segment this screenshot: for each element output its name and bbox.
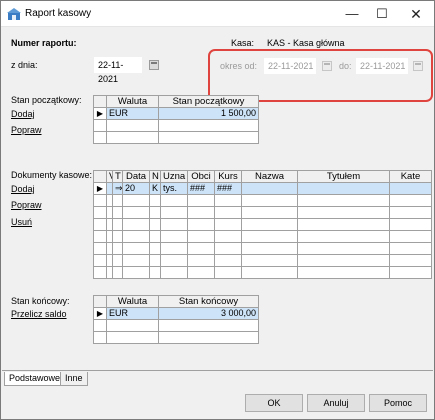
row-pointer-icon: ▶ <box>93 307 107 320</box>
category-cell[interactable] <box>389 182 432 195</box>
column-header[interactable]: Stan początkowy <box>158 95 259 108</box>
amount-cell[interactable]: 3 000,00 <box>158 307 259 320</box>
column-header[interactable]: T <box>112 170 123 183</box>
help-button[interactable]: Pomoc <box>369 394 427 412</box>
close-button[interactable]: ✕ <box>401 1 431 27</box>
report-number-label: Numer raportu: <box>11 38 77 48</box>
title-bar: Raport kasowy — ☐ ✕ <box>1 1 434 27</box>
table-row[interactable] <box>93 131 259 144</box>
date-cell[interactable]: 20 <box>122 182 150 195</box>
opening-balance-label: Stan początkowy: <box>11 95 82 105</box>
table-row[interactable] <box>93 242 432 255</box>
table-row[interactable] <box>93 319 259 332</box>
report-date-field[interactable]: 22-11-2021 <box>94 57 142 84</box>
column-header[interactable]: Tytułem <box>297 170 390 183</box>
minimize-button[interactable]: — <box>337 1 367 27</box>
column-header[interactable]: Kurs <box>214 170 242 183</box>
documents-edit-link[interactable]: Popraw <box>11 200 42 210</box>
closing-balance-label: Stan końcowy: <box>11 296 70 306</box>
table-row[interactable] <box>93 119 259 132</box>
table-row[interactable] <box>93 254 432 267</box>
column-header[interactable]: Data <box>122 170 150 183</box>
recalculate-balance-link[interactable]: Przelicz saldo <box>11 309 67 319</box>
period-to-label: do: <box>339 61 352 71</box>
currency-cell[interactable]: EUR <box>106 307 159 320</box>
table-row[interactable] <box>93 218 432 231</box>
name-cell[interactable] <box>241 182 298 195</box>
column-header[interactable]: Obci <box>187 170 215 183</box>
table-row[interactable]: ▶ EUR 3 000,00 <box>93 307 259 320</box>
calendar-icon[interactable] <box>149 60 159 70</box>
kasa-value: KAS - Kasa główna <box>267 38 345 48</box>
credit-cell[interactable]: tys. <box>160 182 188 195</box>
cancel-button[interactable]: Anuluj <box>307 394 365 412</box>
cash-register-icon <box>7 8 21 20</box>
table-row[interactable]: ▶ ⇒ 20 K tys. ### ### <box>93 182 432 195</box>
window-title: Raport kasowy <box>25 8 92 19</box>
number-cell[interactable]: K <box>149 182 161 195</box>
title-cell[interactable] <box>297 182 390 195</box>
table-row[interactable] <box>93 266 432 279</box>
table-row[interactable] <box>93 194 432 207</box>
closing-balance-grid: Waluta Stan końcowy ▶ EUR 3 000,00 <box>93 295 259 344</box>
date-label: z dnia: <box>11 60 38 70</box>
row-pointer-icon: ▶ <box>93 107 107 120</box>
documents-delete-link[interactable]: Usuń <box>11 217 32 227</box>
row-pointer-icon: ▶ <box>93 182 107 195</box>
opening-balance-grid: Waluta Stan początkowy ▶ EUR 1 500,00 <box>93 95 259 144</box>
cash-documents-label: Dokumenty kasowe: <box>11 170 93 180</box>
raport-kasowy-window: Raport kasowy — ☐ ✕ Numer raportu: z dni… <box>0 0 435 420</box>
column-header[interactable]: Stan końcowy <box>158 295 259 308</box>
calendar-icon[interactable] <box>322 61 332 71</box>
column-header[interactable]: Kate <box>389 170 432 183</box>
tab-inne[interactable]: Inne <box>60 372 88 386</box>
column-header[interactable]: V <box>106 170 113 183</box>
period-from-field[interactable]: 22-11-2021 <box>264 58 316 74</box>
opening-edit-link[interactable]: Popraw <box>11 125 42 135</box>
period-from-label: okres od: <box>220 61 258 71</box>
table-row[interactable] <box>93 206 432 219</box>
kasa-label: Kasa: <box>231 38 255 48</box>
amount-cell[interactable]: 1 500,00 <box>158 107 259 120</box>
type-arrow-icon[interactable]: ⇒ <box>112 182 123 195</box>
column-header[interactable]: Waluta <box>106 295 159 308</box>
table-row[interactable] <box>93 230 432 243</box>
calendar-icon[interactable] <box>413 61 423 71</box>
documents-add-link[interactable]: Dodaj <box>11 184 35 194</box>
maximize-button[interactable]: ☐ <box>367 1 397 27</box>
column-header[interactable]: Nazwa <box>241 170 298 183</box>
column-header[interactable]: Uzna <box>160 170 188 183</box>
opening-add-link[interactable]: Dodaj <box>11 109 35 119</box>
debit-cell[interactable]: ### <box>187 182 215 195</box>
cash-documents-grid: V T Data N Uzna Obci Kurs Nazwa Tytułem … <box>93 170 432 279</box>
form-content: Numer raportu: z dnia: 22-11-2021 Kasa: … <box>2 28 433 371</box>
ok-button[interactable]: OK <box>245 394 303 412</box>
table-row[interactable] <box>93 331 259 344</box>
currency-cell[interactable]: EUR <box>106 107 159 120</box>
tab-podstawowe[interactable]: Podstawowe <box>4 372 66 386</box>
table-row[interactable]: ▶ EUR 1 500,00 <box>93 107 259 120</box>
period-to-field[interactable]: 22-11-2021 <box>356 58 408 74</box>
column-header[interactable]: Waluta <box>106 95 159 108</box>
rate-cell[interactable]: ### <box>214 182 242 195</box>
column-header[interactable]: N <box>149 170 161 183</box>
